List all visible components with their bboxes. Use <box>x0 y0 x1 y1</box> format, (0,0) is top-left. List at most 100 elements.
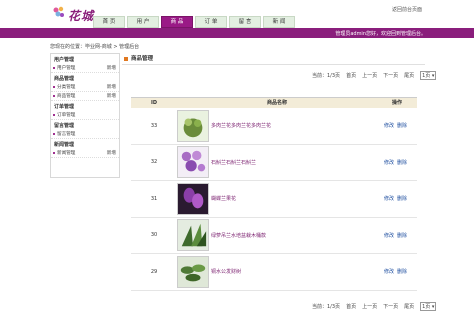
sidebar-item-label: 订单管理 <box>57 113 76 118</box>
last-page-link[interactable]: 尾页 <box>404 72 414 79</box>
add-news-link[interactable]: 新增 <box>107 149 116 158</box>
section-icon <box>124 57 128 61</box>
col-id: ID <box>150 100 157 106</box>
row-name-cell: 石斛兰石斛兰石斛兰 <box>177 146 377 179</box>
table-row: 33 多肉兰花多肉兰花多肉兰花 修改 删除 <box>131 108 417 145</box>
next-page-link[interactable]: 下一页 <box>383 303 398 310</box>
tab-products[interactable]: 商 品 <box>161 16 193 28</box>
prev-page-link[interactable]: 上一页 <box>362 303 377 310</box>
page-select[interactable]: 1页 ▾ <box>420 71 437 80</box>
row-id: 30 <box>150 232 158 239</box>
sidebar-item-label: 留言管理 <box>57 132 76 137</box>
add-product-link[interactable]: 新增 <box>107 92 116 101</box>
bullet-icon <box>53 114 55 116</box>
delete-link[interactable]: 删除 <box>397 160 407 166</box>
tab-news[interactable]: 新 闻 <box>263 16 295 28</box>
bullet-icon <box>53 133 55 135</box>
bullet-icon <box>53 152 55 154</box>
breadcrumb: 您现在的位置：毕业网-商城 > 管理后台 <box>50 44 140 50</box>
admin-sidebar: 用户管理 用户管理 新增 商品管理 分类管理 新增 商品管理 新增 订单管理 订… <box>50 53 120 178</box>
product-name-link[interactable]: 多肉兰花多肉兰花多肉兰花 <box>211 122 271 129</box>
delete-link[interactable]: 删除 <box>397 196 407 202</box>
row-actions: 修改 删除 <box>377 268 417 275</box>
row-id: 32 <box>150 159 158 166</box>
edit-link[interactable]: 修改 <box>384 123 394 129</box>
sidebar-item-label: 分类管理 <box>57 85 76 90</box>
sidebar-item-label: 用户管理 <box>57 66 76 71</box>
product-thumbnail[interactable] <box>177 182 209 215</box>
sidebar-item-label: 新闻管理 <box>57 151 76 156</box>
prev-page-link[interactable]: 上一页 <box>362 72 377 79</box>
tab-messages[interactable]: 留 言 <box>229 16 261 28</box>
page-status: 当前：1/3页 <box>312 304 341 310</box>
row-actions: 修改 删除 <box>377 232 417 239</box>
delete-link[interactable]: 删除 <box>397 123 407 129</box>
product-thumbnail[interactable] <box>177 219 209 252</box>
page-select-value: 1页 <box>422 73 431 79</box>
edit-link[interactable]: 修改 <box>384 196 394 202</box>
sidebar-group-users: 用户管理 <box>54 57 75 63</box>
page-select[interactable]: 1页 ▾ <box>420 302 437 311</box>
main-panel: 商品管理 当前：1/3页 首页 上一页 下一页 尾页 1页 ▾ ID 商品名称 … <box>122 53 437 315</box>
last-page-link[interactable]: 尾页 <box>404 303 414 310</box>
product-table: ID 商品名称 操作 33 多肉兰花多肉兰花多肉兰花 修改 删除 32 石斛兰石… <box>131 97 417 291</box>
bullet-icon <box>53 95 55 97</box>
main-nav: 首 页 用 户 商 品 订 单 留 言 新 闻 <box>93 16 295 28</box>
tab-orders[interactable]: 订 单 <box>195 16 227 28</box>
row-actions: 修改 删除 <box>377 122 417 129</box>
product-thumbnail[interactable] <box>177 109 209 142</box>
first-page-link[interactable]: 首页 <box>346 303 356 310</box>
table-header: ID 商品名称 操作 <box>131 98 417 108</box>
delete-link[interactable]: 删除 <box>397 233 407 239</box>
page-status: 当前：1/3页 <box>312 73 341 79</box>
first-page-link[interactable]: 首页 <box>346 72 356 79</box>
sidebar-item-news-manage[interactable]: 新闻管理 新增 <box>51 149 119 158</box>
pager-top: 当前：1/3页 首页 上一页 下一页 尾页 1页 ▾ <box>312 71 437 80</box>
sidebar-group-orders: 订单管理 <box>54 104 75 110</box>
sidebar-item-category-manage[interactable]: 分类管理 新增 <box>51 83 119 92</box>
delete-link[interactable]: 删除 <box>397 269 407 275</box>
row-name-cell: 蝴蝶兰果花 <box>177 182 377 215</box>
table-row: 30 绿萝吊兰水培盆栽木桶款 修改 删除 <box>131 218 417 254</box>
sidebar-group-messages: 留言管理 <box>54 123 75 129</box>
product-name-link[interactable]: 蝴蝶兰果花 <box>211 195 236 202</box>
panel-header: 商品管理 <box>122 53 425 65</box>
sidebar-item-label: 商品管理 <box>57 94 76 99</box>
product-name-link[interactable]: 铜水公发财树 <box>211 268 241 275</box>
add-category-link[interactable]: 新增 <box>107 83 116 92</box>
product-name-link[interactable]: 石斛兰石斛兰石斛兰 <box>211 159 256 166</box>
sidebar-item-message-manage[interactable]: 留言管理 <box>51 130 119 139</box>
next-page-link[interactable]: 下一页 <box>383 72 398 79</box>
product-thumbnail[interactable] <box>177 255 209 288</box>
tab-home[interactable]: 首 页 <box>93 16 125 28</box>
row-id: 33 <box>150 122 158 129</box>
col-op: 操作 <box>391 100 402 106</box>
page-select-value: 1页 <box>422 304 431 310</box>
tab-users[interactable]: 用 户 <box>127 16 159 28</box>
edit-link[interactable]: 修改 <box>384 160 394 166</box>
table-row: 32 石斛兰石斛兰石斛兰 修改 删除 <box>131 145 417 181</box>
sidebar-item-user-manage[interactable]: 用户管理 新增 <box>51 64 119 73</box>
row-name-cell: 绿萝吊兰水培盆栽木桶款 <box>177 219 377 252</box>
sidebar-group-products: 商品管理 <box>54 76 75 82</box>
sidebar-item-product-manage[interactable]: 商品管理 新增 <box>51 92 119 101</box>
welcome-text: 管理员admin您好，欢迎回到管理后台。 <box>335 31 426 37</box>
bullet-icon <box>53 67 55 69</box>
add-user-link[interactable]: 新增 <box>107 64 116 73</box>
row-actions: 修改 删除 <box>377 159 417 166</box>
pager-bottom: 当前：1/3页 首页 上一页 下一页 尾页 1页 ▾ <box>312 302 437 311</box>
row-name-cell: 多肉兰花多肉兰花多肉兰花 <box>177 109 377 142</box>
bullet-icon <box>53 86 55 88</box>
product-thumbnail[interactable] <box>177 146 209 179</box>
table-row: 31 蝴蝶兰果花 修改 删除 <box>131 181 417 218</box>
edit-link[interactable]: 修改 <box>384 269 394 275</box>
table-row: 29 铜水公发财树 修改 删除 <box>131 254 417 291</box>
back-to-frontend-link[interactable]: 返回前台页面 <box>392 6 422 13</box>
edit-link[interactable]: 修改 <box>384 233 394 239</box>
logo-text: 花城 <box>68 9 95 23</box>
product-name-link[interactable]: 绿萝吊兰水培盆栽木桶款 <box>211 232 266 239</box>
flower-logo-icon <box>53 6 64 17</box>
row-id: 31 <box>150 195 158 202</box>
row-actions: 修改 删除 <box>377 195 417 202</box>
sidebar-item-order-manage[interactable]: 订单管理 <box>51 111 119 120</box>
